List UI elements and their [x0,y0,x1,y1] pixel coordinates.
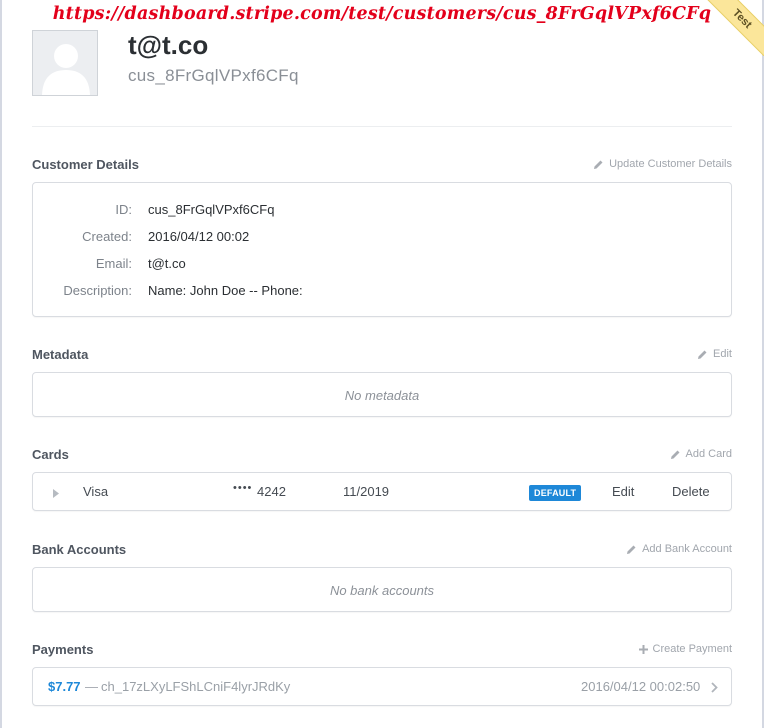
window-border-left [0,0,2,728]
metadata-panel: No metadata [32,372,732,417]
customer-id-subheading: cus_8FrGqlVPxf6CFq [128,66,299,85]
detail-label: ID: [115,202,132,217]
create-payment-button[interactable]: Create Payment [638,643,732,655]
create-payment-label: Create Payment [652,643,732,655]
detail-value: 2016/04/12 00:02 [148,229,250,244]
payment-amount: $7.77 [48,679,81,694]
card-row[interactable]: Visa •••• 4242 11/2019 DEFAULT Edit Dele… [33,473,731,510]
pencil-icon [593,159,604,170]
bank-accounts-title: Bank Accounts [32,542,127,557]
detail-label: Description: [63,283,132,298]
payments-panel: $7.77 — ch_17zLXyLFShLCniF4lyrJRdKy 2016… [32,667,732,706]
card-last4: 4242 [257,484,286,499]
payment-row[interactable]: $7.77 — ch_17zLXyLFShLCniF4lyrJRdKy 2016… [33,668,731,705]
detail-value: cus_8FrGqlVPxf6CFq [148,202,275,217]
pencil-icon [626,544,637,555]
triangle-right-icon[interactable] [53,486,59,501]
no-bank-accounts-message: No bank accounts [329,583,435,598]
chevron-right-icon[interactable] [711,681,718,696]
detail-label: Email: [95,256,132,271]
payment-date: 2016/04/12 00:02:50 [581,679,701,694]
detail-value: Name: John Doe -- Phone: [148,283,303,298]
bank-accounts-panel: No bank accounts [32,567,732,612]
add-bank-account-label: Add Bank Account [642,543,732,555]
customer-details-title: Customer Details [32,157,139,172]
card-expiry: 11/2019 [343,484,390,499]
card-brand: Visa [83,484,109,499]
payment-separator: — [85,679,98,694]
detail-value: t@t.co [148,256,186,271]
add-bank-account-button[interactable]: Add Bank Account [626,543,732,555]
update-customer-details-button[interactable]: Update Customer Details [593,158,732,170]
card-masked-dots: •••• [233,482,253,494]
metadata-title: Metadata [32,347,89,362]
edit-card-button[interactable]: Edit [612,484,634,499]
pencil-icon [670,449,681,460]
default-badge: DEFAULT [529,485,582,501]
customer-email-heading: t@t.co [128,30,209,60]
payment-charge-id: ch_17zLXyLFShLCniF4lyrJRdKy [101,679,291,694]
payments-title: Payments [32,642,94,657]
add-card-button[interactable]: Add Card [670,448,732,460]
edit-metadata-button[interactable]: Edit [697,348,732,360]
edit-metadata-label: Edit [713,348,732,360]
detail-label: Created: [82,229,132,244]
update-customer-details-label: Update Customer Details [609,158,732,170]
no-metadata-message: No metadata [344,388,420,403]
customer-details-panel: ID: cus_8FrGqlVPxf6CFq Created: 2016/04/… [32,182,732,317]
cards-panel: Visa •••• 4242 11/2019 DEFAULT Edit Dele… [32,472,732,511]
plus-icon [638,644,648,654]
delete-card-button[interactable]: Delete [672,484,710,499]
add-card-label: Add Card [685,448,732,460]
default-avatar-icon [32,30,98,96]
header-divider [32,126,732,127]
pencil-icon [697,349,708,360]
url-overlay: https://dashboard.stripe.com/test/custom… [52,4,712,24]
cards-title: Cards [32,447,69,462]
